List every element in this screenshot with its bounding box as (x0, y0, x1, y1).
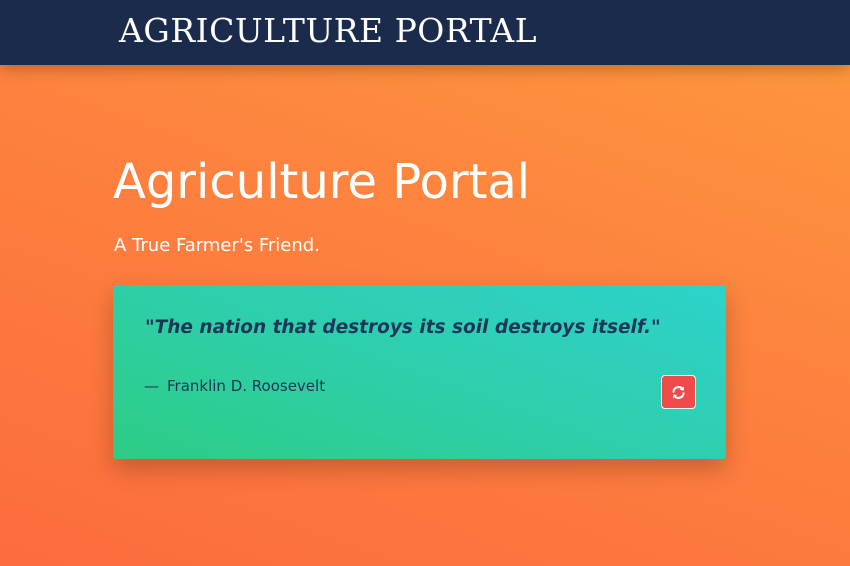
page-title: Agriculture Portal (113, 154, 531, 210)
brand-logo-link[interactable]: AGRICULTURE PORTAL (119, 11, 537, 51)
refresh-icon (672, 385, 685, 399)
quote-dash: — (144, 377, 159, 395)
quote-card: "The nation that destroys its soil destr… (113, 285, 726, 459)
navbar: AGRICULTURE PORTAL (0, 0, 850, 65)
refresh-quote-button[interactable] (661, 375, 696, 409)
quote-author: — Franklin D. Roosevelt (144, 375, 325, 397)
tagline: A True Farmer's Friend. (114, 235, 320, 256)
quote-text: "The nation that destroys its soil destr… (145, 317, 661, 338)
quote-author-name: Franklin D. Roosevelt (167, 377, 326, 395)
